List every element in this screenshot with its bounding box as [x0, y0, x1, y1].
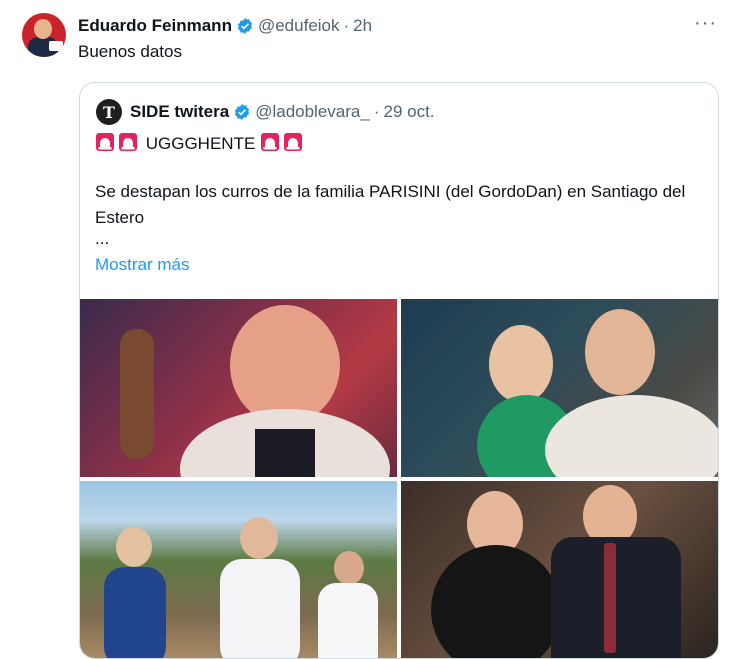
- photo-1[interactable]: [80, 299, 397, 477]
- more-icon[interactable]: ···: [694, 12, 717, 35]
- quoted-timestamp[interactable]: 29 oct.: [383, 102, 434, 122]
- photo-3[interactable]: [80, 481, 397, 658]
- siren-icon: [119, 133, 137, 151]
- quoted-tweet[interactable]: T SIDE twitera @ladoblevara_ · 29 oct. U…: [79, 82, 719, 659]
- quoted-body-text: Se destapan los curros de la familia PAR…: [95, 182, 686, 227]
- quoted-tweet-text: UGGGHENTE Se destapan los curros de la f…: [95, 131, 705, 247]
- verified-badge-icon: [237, 18, 253, 34]
- quoted-tweet-header: SIDE twitera @ladoblevara_ · 29 oct.: [130, 100, 435, 124]
- quoted-author-avatar[interactable]: T: [96, 99, 122, 125]
- siren-icon: [96, 133, 114, 151]
- quoted-author-name[interactable]: SIDE twitera: [130, 102, 229, 122]
- tweet-header: Eduardo Feinmann @edufeiok · 2h: [78, 14, 372, 38]
- media-grid: [80, 299, 718, 658]
- headline-line: UGGGHENTE: [95, 131, 705, 157]
- separator-dot: ·: [373, 102, 380, 121]
- quoted-ellipsis: ...: [95, 229, 110, 248]
- photo-4[interactable]: [401, 481, 718, 658]
- tweet-text: Buenos datos: [78, 42, 182, 61]
- tweet: Eduardo Feinmann @edufeiok · 2h ··· Buen…: [0, 0, 750, 659]
- siren-icon: [261, 133, 280, 151]
- verified-badge-icon: [235, 104, 250, 120]
- siren-icon: [284, 133, 303, 151]
- headline-text: UGGGHENTE: [145, 134, 256, 153]
- tweet-timestamp[interactable]: 2h: [353, 16, 372, 36]
- author-handle[interactable]: @edufeiok: [258, 16, 340, 36]
- author-avatar[interactable]: [22, 13, 66, 57]
- photo-2[interactable]: [401, 299, 718, 477]
- quoted-author-handle[interactable]: @ladoblevara_: [255, 102, 370, 122]
- separator-dot: ·: [343, 16, 350, 35]
- show-more-link[interactable]: Mostrar más: [95, 255, 189, 275]
- author-name[interactable]: Eduardo Feinmann: [78, 16, 232, 36]
